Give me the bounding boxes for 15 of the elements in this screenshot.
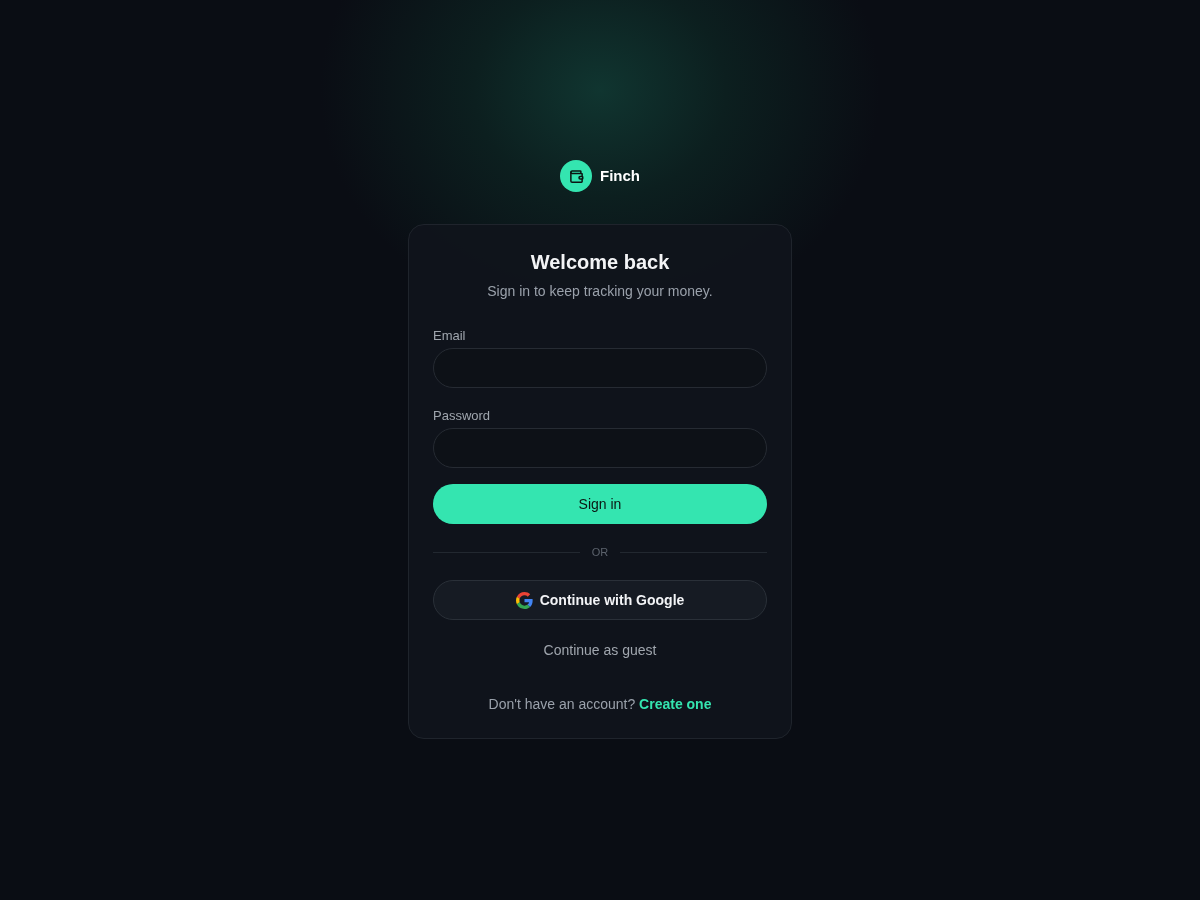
divider-label: OR [591,545,609,560]
wallet-logo-icon [560,160,592,192]
card-title: Welcome back [529,250,671,275]
sign-in-button[interactable]: Sign in [433,484,767,524]
input-field[interactable] [433,348,767,388]
sign-up-prompt: Don't have an account? Create one [487,695,713,714]
brand-name: Finch [600,166,640,186]
input-field[interactable] [433,428,767,468]
field-label: Email [433,328,467,344]
google-button[interactable]: Continue with Google [433,580,767,620]
card-subtitle: Sign in to keep tracking your money. [486,282,714,301]
create-account-link[interactable]: Create one [639,696,712,712]
field-label: Password [433,408,492,424]
google-g-icon [515,591,533,609]
guest-link[interactable]: Continue as guest [543,640,657,660]
